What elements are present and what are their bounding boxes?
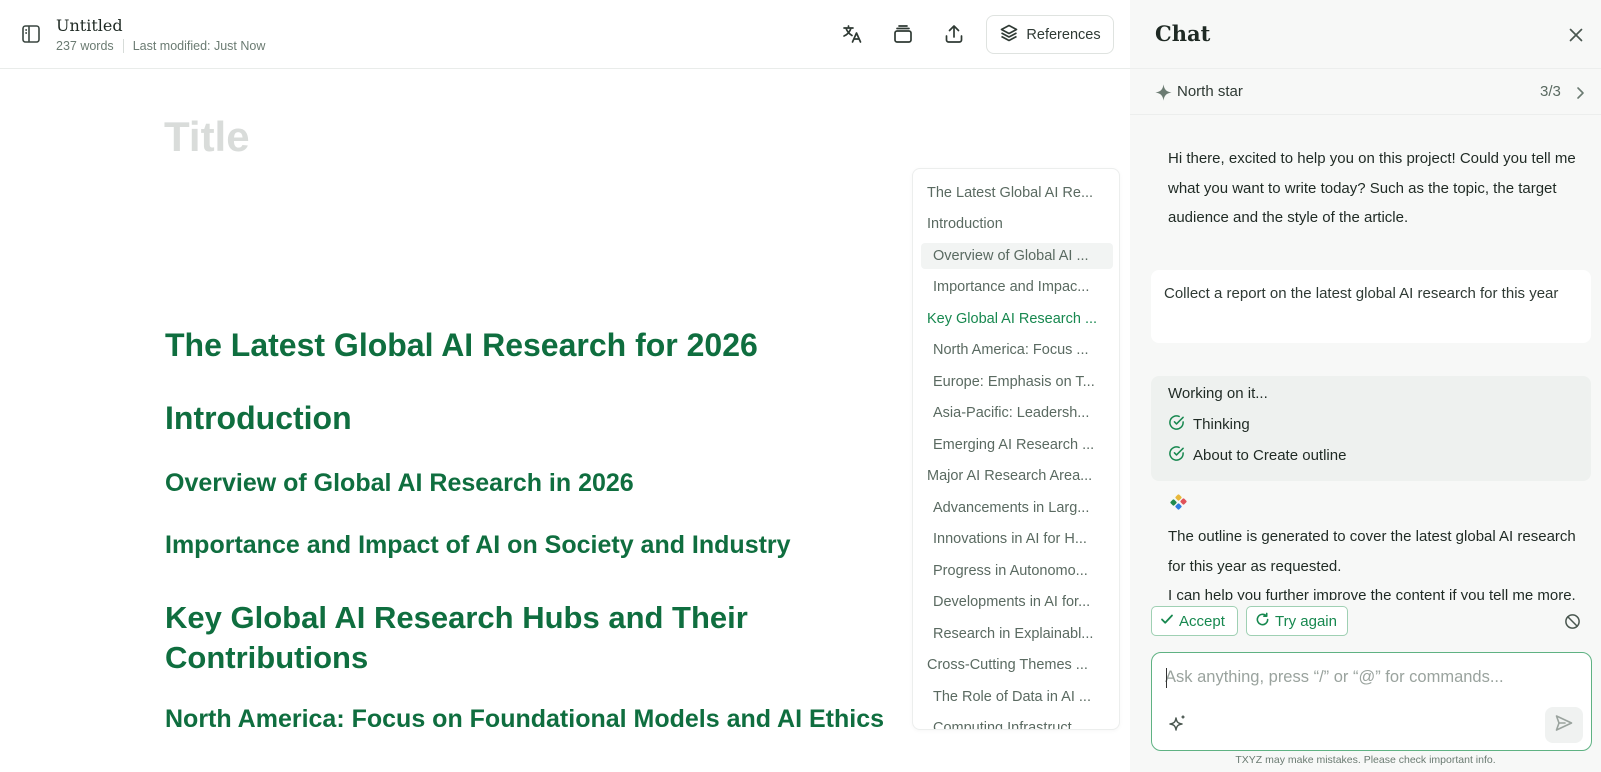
- text-caret: [1166, 668, 1167, 688]
- outline-item[interactable]: North America: Focus ...: [921, 337, 1113, 363]
- step-thinking: Thinking: [1168, 414, 1250, 434]
- chat-pane: Chat North star 3/3 Hi there, excited to…: [1130, 0, 1601, 772]
- outline-item[interactable]: Research in Explainabl...: [921, 621, 1113, 647]
- share-upload-icon[interactable]: [942, 22, 966, 46]
- outline-item[interactable]: Europe: Emphasis on T...: [921, 369, 1113, 395]
- north-star-bar[interactable]: North star 3/3: [1130, 69, 1601, 115]
- magic-sparkles-icon[interactable]: [1166, 713, 1188, 735]
- chat-input-box: [1151, 652, 1592, 751]
- outline-item[interactable]: Advancements in Larg...: [921, 495, 1113, 521]
- accept-button[interactable]: Accept: [1151, 606, 1238, 636]
- close-icon[interactable]: [1566, 25, 1586, 45]
- outline-item[interactable]: Developments in AI for...: [921, 589, 1113, 615]
- meta-divider: [122, 39, 124, 53]
- heading-north-america[interactable]: North America: Focus on Foundational Mod…: [165, 703, 884, 736]
- chevron-right-icon[interactable]: [1574, 86, 1586, 100]
- assistant-greeting: Hi there, excited to help you on this pr…: [1168, 150, 1576, 226]
- assistant-reply: The outline is generated to cover the la…: [1168, 522, 1578, 600]
- outline-item[interactable]: Computing Infrastruct...: [921, 715, 1113, 729]
- stack-icon[interactable]: [891, 22, 915, 46]
- working-title: Working on it...: [1168, 385, 1268, 402]
- check-icon: [1160, 612, 1174, 630]
- reply-actions: Accept Try again: [1151, 606, 1591, 636]
- user-message: Collect a report on the latest global AI…: [1151, 270, 1591, 343]
- heading-key-hubs[interactable]: Key Global AI Research Hubs and Their Co…: [165, 598, 885, 679]
- assistant-logo-icon: [1168, 492, 1188, 512]
- layers-icon: [999, 23, 1019, 47]
- editor-toolbar: Untitled 237 words Last modified: Just N…: [0, 0, 1130, 69]
- assistant-reply-text: The outline is generated to cover the la…: [1168, 528, 1576, 600]
- outline-item[interactable]: Introduction: [925, 211, 1109, 237]
- word-count: 237 words: [56, 39, 114, 53]
- refresh-icon: [1255, 612, 1270, 631]
- outline-item[interactable]: Emerging AI Research ...: [921, 432, 1113, 458]
- sidebar-toggle-icon[interactable]: [20, 23, 42, 45]
- check-circle-icon: [1168, 414, 1185, 435]
- heading-importance[interactable]: Importance and Impact of AI on Society a…: [165, 529, 791, 562]
- outline-item[interactable]: Importance and Impac...: [921, 274, 1113, 300]
- document-outline: The Latest Global AI Re... Introduction …: [912, 168, 1120, 730]
- chat-input[interactable]: [1165, 664, 1575, 690]
- editor-pane: Untitled 237 words Last modified: Just N…: [0, 0, 1130, 772]
- outline-item[interactable]: The Latest Global AI Re...: [925, 180, 1109, 206]
- document-meta: 237 words Last modified: Just Now: [56, 39, 265, 53]
- outline-item[interactable]: Overview of Global AI ...: [921, 243, 1113, 269]
- outline-item[interactable]: Major AI Research Area...: [925, 463, 1109, 489]
- outline-item-active[interactable]: Key Global AI Research ...: [925, 306, 1109, 332]
- send-button[interactable]: [1545, 707, 1583, 743]
- last-modified: Last modified: Just Now: [132, 39, 266, 53]
- references-button[interactable]: References: [986, 15, 1114, 54]
- step-label: Thinking: [1193, 415, 1250, 433]
- translate-icon[interactable]: [840, 22, 864, 46]
- outline-item[interactable]: Innovations in AI for H...: [921, 526, 1113, 552]
- chat-header: Chat: [1130, 0, 1601, 69]
- north-star-count: 3/3: [1540, 83, 1561, 100]
- heading-overview[interactable]: Overview of Global AI Research in 2026: [165, 467, 634, 500]
- heading-1[interactable]: The Latest Global AI Research for 2026: [165, 325, 758, 367]
- try-again-button[interactable]: Try again: [1246, 606, 1348, 636]
- try-again-label: Try again: [1275, 612, 1337, 630]
- disclaimer: TXYZ may make mistakes. Please check imp…: [1235, 754, 1496, 766]
- outline-item[interactable]: Cross-Cutting Themes ...: [925, 652, 1109, 678]
- working-status-card: Working on it... Thinking About to Creat…: [1151, 376, 1591, 481]
- sparkle-icon: [1155, 84, 1172, 101]
- outline-item[interactable]: Progress in Autonomo...: [921, 558, 1113, 584]
- document-title[interactable]: Untitled: [56, 16, 123, 35]
- outline-item[interactable]: Asia-Pacific: Leadersh...: [921, 400, 1113, 426]
- check-circle-icon: [1168, 445, 1185, 466]
- accept-label: Accept: [1179, 612, 1225, 630]
- send-icon: [1554, 713, 1574, 738]
- chat-title: Chat: [1155, 21, 1211, 46]
- heading-introduction[interactable]: Introduction: [165, 398, 352, 440]
- title-placeholder[interactable]: Title: [164, 113, 250, 161]
- step-create-outline: About to Create outline: [1168, 445, 1346, 465]
- references-label: References: [1026, 26, 1101, 43]
- north-star-label: North star: [1177, 83, 1243, 100]
- block-icon[interactable]: [1564, 613, 1581, 630]
- outline-item[interactable]: The Role of Data in AI ...: [921, 684, 1113, 710]
- step-label: About to Create outline: [1193, 446, 1347, 464]
